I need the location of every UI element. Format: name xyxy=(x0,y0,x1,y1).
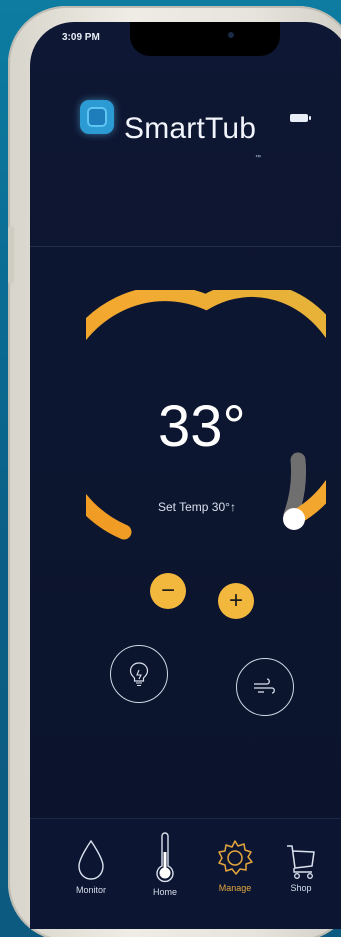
gear-icon xyxy=(218,840,253,875)
dial-knob xyxy=(283,508,305,530)
lightbulb-icon xyxy=(129,662,149,687)
header-divider xyxy=(30,246,341,247)
tab-monitor[interactable]: Monitor xyxy=(66,838,116,895)
set-temperature-label: Set Temp 30°↑ xyxy=(158,500,236,514)
dial-track xyxy=(283,452,306,523)
tab-shop-label: Shop xyxy=(290,883,312,893)
app-logo-icon xyxy=(80,100,114,134)
thermometer-icon xyxy=(156,832,174,883)
side-button xyxy=(8,226,14,284)
tab-monitor-label: Monitor xyxy=(75,885,106,895)
trademark-mark: ™ xyxy=(255,155,261,161)
tab-home-label: Home xyxy=(152,887,177,897)
plus-icon: + xyxy=(228,587,243,614)
current-temperature: 33° xyxy=(158,394,246,459)
decrease-temp-button[interactable]: − xyxy=(150,573,186,609)
light-toggle-button[interactable] xyxy=(110,645,168,703)
status-time: 3:09 PM xyxy=(62,32,100,43)
air-flow-icon xyxy=(254,678,275,694)
battery-icon xyxy=(290,114,311,122)
jets-toggle-button[interactable] xyxy=(236,658,294,716)
tab-shop[interactable]: Shop xyxy=(276,842,326,893)
tab-home[interactable]: Home xyxy=(140,832,190,897)
notch xyxy=(130,22,280,56)
app-title: SmartTub xyxy=(124,112,257,145)
tab-manage[interactable]: Manage xyxy=(210,838,260,893)
minus-icon: − xyxy=(160,577,175,604)
water-drop-icon xyxy=(78,839,104,880)
camera-dot xyxy=(228,32,234,38)
increase-temp-button[interactable]: + xyxy=(218,583,254,619)
cart-icon xyxy=(287,845,315,879)
tab-manage-label: Manage xyxy=(218,883,252,893)
